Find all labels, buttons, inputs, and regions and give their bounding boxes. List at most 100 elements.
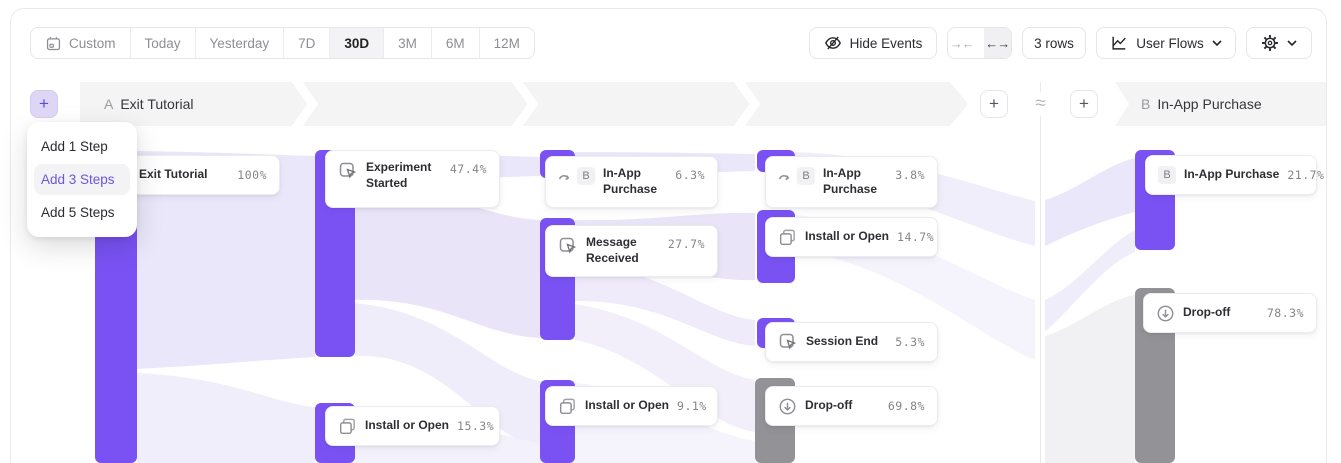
node-label: In-App Purchase bbox=[603, 166, 667, 197]
flow-node-in-app-purchase-3[interactable]: B In-App Purchase 3.8% bbox=[765, 156, 938, 208]
chevron-down-icon bbox=[1212, 40, 1222, 47]
date-range-12m[interactable]: 12M bbox=[479, 28, 534, 58]
rows-button[interactable]: 3 rows bbox=[1022, 27, 1086, 59]
add-step-button[interactable]: + bbox=[30, 90, 58, 118]
arrows-inward-icon: →← bbox=[950, 36, 974, 51]
node-value: 5.3% bbox=[895, 335, 925, 349]
node-value: 6.3% bbox=[675, 168, 705, 182]
flow-node-in-app-purchase-21[interactable]: B In-App Purchase 21.7% bbox=[1145, 155, 1317, 195]
badge-b: B bbox=[577, 167, 595, 185]
date-range-label: 12M bbox=[494, 36, 520, 51]
step-title: Exit Tutorial bbox=[120, 96, 193, 112]
node-label: Exit Tutorial bbox=[139, 167, 229, 183]
date-range-30d[interactable]: 30D bbox=[329, 28, 383, 58]
add-step-button-before-b[interactable]: + bbox=[1070, 90, 1098, 118]
date-range-yesterday[interactable]: Yesterday bbox=[195, 28, 284, 58]
hide-events-label: Hide Events bbox=[850, 36, 923, 51]
node-value: 9.1% bbox=[677, 399, 707, 413]
node-label: Message Received bbox=[586, 235, 660, 266]
collapse-columns-button[interactable]: →← bbox=[948, 28, 976, 58]
view-selector-button[interactable]: User Flows bbox=[1096, 27, 1236, 59]
flow-node-install-or-open-15[interactable]: Install or Open 15.3% bbox=[325, 406, 500, 446]
step-header-b[interactable]: B In-App Purchase bbox=[1115, 82, 1326, 126]
node-value: 78.3% bbox=[1267, 306, 1304, 320]
expand-columns-button[interactable]: ←→ bbox=[984, 28, 1012, 58]
node-label: Experiment Started bbox=[366, 160, 442, 191]
drop-off-icon bbox=[778, 397, 797, 416]
node-value: 27.7% bbox=[668, 237, 705, 251]
date-range-label: 6M bbox=[446, 36, 465, 51]
drop-off-icon bbox=[1156, 304, 1175, 323]
flow-node-drop-off-69[interactable]: Drop-off 69.8% bbox=[765, 386, 938, 426]
band-chevron-separator bbox=[292, 82, 318, 126]
node-value: 15.3% bbox=[457, 419, 494, 433]
flow-node-experiment-started[interactable]: Experiment Started 47.4% bbox=[325, 150, 500, 208]
section-divider bbox=[1040, 82, 1041, 463]
node-label: In-App Purchase bbox=[1184, 167, 1279, 183]
node-value: 69.8% bbox=[888, 399, 925, 413]
node-value: 3.8% bbox=[895, 168, 925, 182]
date-range-label: Custom bbox=[69, 36, 116, 51]
event-icon bbox=[778, 332, 798, 352]
app-window-icon bbox=[778, 228, 797, 247]
plus-icon: + bbox=[989, 94, 999, 114]
menu-item-add-3-steps[interactable]: Add 3 Steps bbox=[34, 164, 130, 195]
width-toggle-group: →← ←→ bbox=[947, 27, 1012, 59]
date-range-3m[interactable]: 3M bbox=[383, 28, 431, 58]
node-label: Install or Open bbox=[805, 229, 889, 245]
flow-node-session-end[interactable]: Session End 5.3% bbox=[765, 322, 938, 362]
jump-arrow-icon bbox=[558, 170, 571, 183]
date-range-label: Yesterday bbox=[210, 36, 270, 51]
node-value: 14.7% bbox=[897, 230, 934, 244]
date-range-custom[interactable]: Custom bbox=[31, 28, 130, 58]
date-range-label: 30D bbox=[344, 36, 369, 51]
node-label: Drop-off bbox=[805, 398, 880, 414]
node-label: Install or Open bbox=[365, 418, 449, 434]
add-steps-menu: Add 1 Step Add 3 Steps Add 5 Steps bbox=[27, 122, 137, 237]
step-letter: B bbox=[1141, 96, 1150, 112]
node-label: Drop-off bbox=[1183, 305, 1259, 321]
settings-button[interactable] bbox=[1246, 27, 1312, 59]
node-label: Install or Open bbox=[585, 398, 669, 414]
flow-node-message-received[interactable]: Message Received 27.7% bbox=[545, 225, 718, 277]
menu-item-add-5-steps[interactable]: Add 5 Steps bbox=[27, 196, 137, 229]
app-window-icon bbox=[338, 417, 357, 436]
event-icon bbox=[338, 161, 358, 181]
badge-b: B bbox=[797, 167, 815, 185]
date-range-6m[interactable]: 6M bbox=[431, 28, 479, 58]
menu-item-add-1-step[interactable]: Add 1 Step bbox=[27, 130, 137, 163]
node-label: In-App Purchase bbox=[823, 166, 887, 197]
node-value: 47.4% bbox=[450, 162, 487, 176]
flow-node-drop-off-78[interactable]: Drop-off 78.3% bbox=[1143, 293, 1317, 333]
rows-label: 3 rows bbox=[1034, 36, 1074, 51]
arrows-outward-icon: ←→ bbox=[985, 36, 1009, 51]
gear-icon bbox=[1261, 34, 1279, 52]
approx-symbol: ≈ bbox=[1028, 92, 1053, 116]
jump-arrow-icon bbox=[778, 170, 791, 183]
band-chevron-separator bbox=[512, 82, 538, 126]
eye-off-icon bbox=[824, 34, 842, 52]
date-range-label: 3M bbox=[398, 36, 417, 51]
badge-b: B bbox=[1158, 166, 1176, 184]
chevron-down-icon bbox=[1287, 40, 1297, 47]
plus-icon: + bbox=[39, 94, 49, 114]
node-value: 100% bbox=[237, 168, 267, 182]
step-letter: A bbox=[104, 96, 113, 112]
date-range-7d[interactable]: 7D bbox=[283, 28, 329, 58]
date-range-label: Today bbox=[145, 36, 181, 51]
app-window-icon bbox=[558, 397, 577, 416]
add-step-button-end-a[interactable]: + bbox=[980, 90, 1008, 118]
step-title: In-App Purchase bbox=[1157, 96, 1261, 112]
hide-events-button[interactable]: Hide Events bbox=[809, 27, 937, 59]
view-selector-label: User Flows bbox=[1136, 36, 1204, 51]
calendar-icon bbox=[45, 35, 62, 52]
plus-icon: + bbox=[1079, 94, 1089, 114]
flow-node-in-app-purchase-6[interactable]: B In-App Purchase 6.3% bbox=[545, 156, 718, 208]
date-range-today[interactable]: Today bbox=[130, 28, 195, 58]
flow-node-install-or-open-14[interactable]: Install or Open 14.7% bbox=[765, 217, 938, 257]
flow-node-install-or-open-9[interactable]: Install or Open 9.1% bbox=[545, 386, 718, 426]
date-range-label: 7D bbox=[298, 36, 315, 51]
event-icon bbox=[558, 236, 578, 256]
node-label: Session End bbox=[806, 334, 887, 350]
node-value: 21.7% bbox=[1287, 168, 1324, 182]
